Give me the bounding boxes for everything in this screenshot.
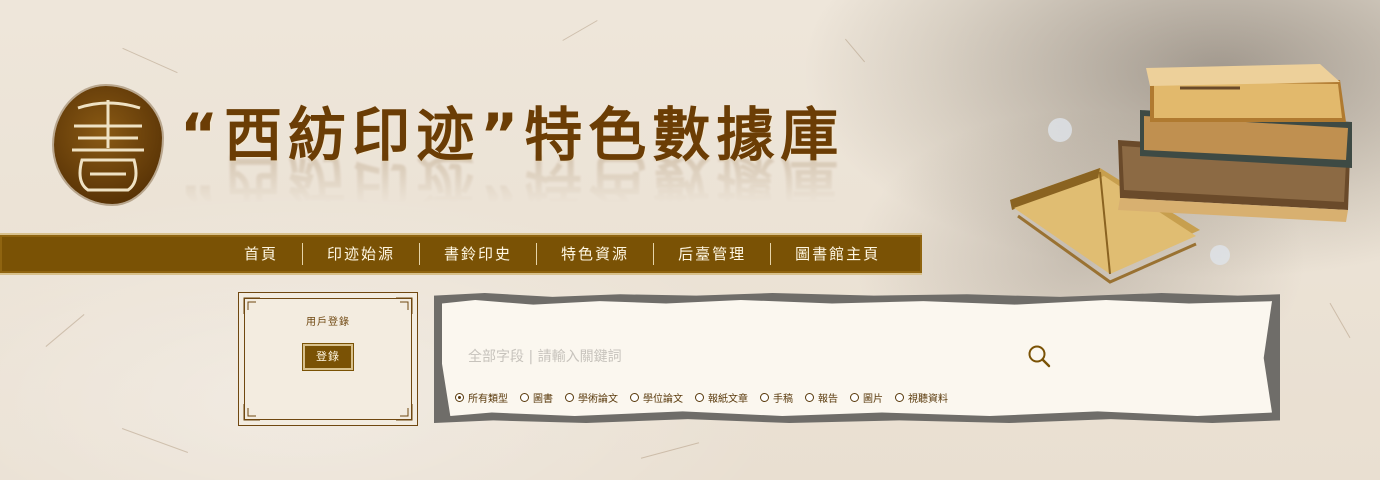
type-option-audiovisual[interactable]: 視聽資料 — [895, 390, 948, 405]
type-option-theses[interactable]: 學位論文 — [630, 390, 683, 405]
radio-icon[interactable] — [565, 393, 574, 402]
site-title: “西紡印迹”特色數據庫 “西紡印迹”特色數據庫 — [180, 88, 844, 215]
seal-logo-icon: 書 — [54, 86, 162, 204]
type-label: 學術論文 — [578, 394, 618, 405]
main-nav: 首頁 印迹始源 書鈴印史 特色資源 后臺管理 圖書館主頁 — [220, 235, 904, 273]
radio-icon[interactable] — [520, 393, 529, 402]
type-label: 手稿 — [773, 394, 793, 405]
radio-icon[interactable] — [455, 393, 464, 402]
search-input[interactable] — [466, 343, 1010, 371]
type-option-manuscripts[interactable]: 手稿 — [760, 390, 793, 405]
login-title: 用戶登錄 — [306, 317, 350, 328]
radio-icon[interactable] — [630, 393, 639, 402]
nav-item-history[interactable]: 書鈴印史 — [419, 243, 536, 265]
old-books-illustration — [1010, 64, 1352, 284]
type-label: 報告 — [818, 394, 838, 405]
type-label: 圖書 — [533, 394, 553, 405]
corner-ornament-icon — [243, 404, 260, 421]
radio-icon[interactable] — [895, 393, 904, 402]
radio-icon[interactable] — [850, 393, 859, 402]
nav-item-origins[interactable]: 印迹始源 — [302, 243, 419, 265]
type-option-images[interactable]: 圖片 — [850, 390, 883, 405]
login-button[interactable]: 登錄 — [302, 343, 354, 371]
type-label: 學位論文 — [643, 394, 683, 405]
main-nav-bar: 首頁 印迹始源 書鈴印史 特色資源 后臺管理 圖書館主頁 — [0, 233, 922, 275]
nav-item-resources[interactable]: 特色資源 — [536, 243, 653, 265]
type-option-all[interactable]: 所有類型 — [455, 390, 508, 405]
login-box: 用戶登錄 登錄 — [238, 292, 418, 426]
type-label: 所有類型 — [468, 394, 508, 405]
type-option-newspapers[interactable]: 報紙文章 — [695, 390, 748, 405]
nav-item-admin[interactable]: 后臺管理 — [653, 243, 770, 265]
radio-icon[interactable] — [805, 393, 814, 402]
type-option-papers[interactable]: 學術論文 — [565, 390, 618, 405]
nav-item-library-home[interactable]: 圖書館主頁 — [770, 243, 904, 265]
nav-item-home[interactable]: 首頁 — [220, 243, 302, 265]
site-title-reflection: “西紡印迹”特色數據庫 — [180, 147, 845, 215]
type-label: 圖片 — [863, 394, 883, 405]
type-label: 報紙文章 — [708, 394, 748, 405]
type-option-reports[interactable]: 報告 — [805, 390, 838, 405]
type-label: 視聽資料 — [908, 394, 948, 405]
corner-ornament-icon — [396, 404, 413, 421]
resource-type-filter: 所有類型 圖書 學術論文 學位論文 報紙文章 手稿 報告 圖片 視聽資料 — [455, 390, 960, 405]
search-icon[interactable] — [1026, 343, 1052, 369]
radio-icon[interactable] — [695, 393, 704, 402]
type-option-books[interactable]: 圖書 — [520, 390, 553, 405]
radio-icon[interactable] — [760, 393, 769, 402]
